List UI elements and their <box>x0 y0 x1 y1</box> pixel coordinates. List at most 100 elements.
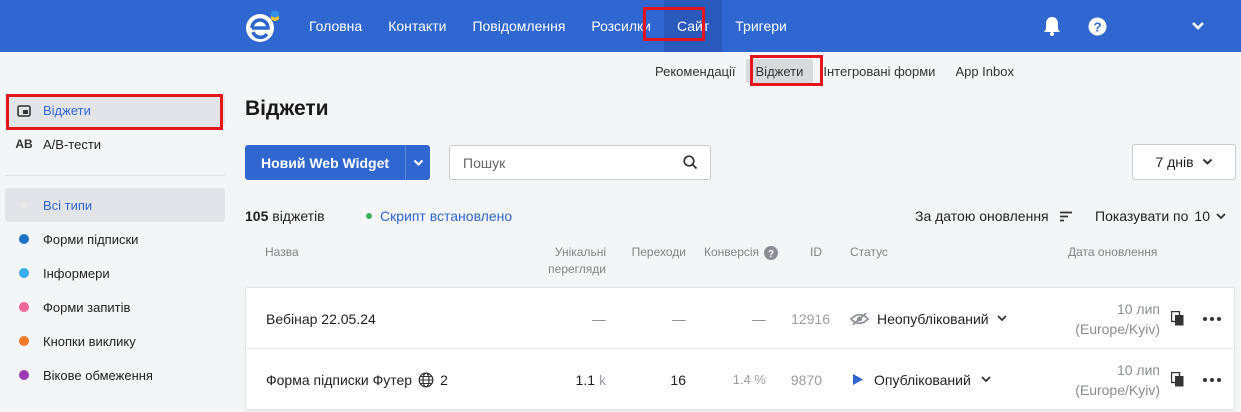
nav-messages[interactable]: Повідомлення <box>459 0 578 52</box>
subnav-recommendations[interactable]: Рекомендації <box>645 59 746 83</box>
sidebar-type-all[interactable]: Всі типи <box>5 188 225 222</box>
sidebar-type-label: Всі типи <box>43 197 93 213</box>
type-dot-icon <box>19 336 29 346</box>
header-id[interactable]: ID <box>810 244 822 261</box>
status-select[interactable]: Опублікований <box>850 349 991 410</box>
svg-text:?: ? <box>768 249 774 260</box>
sidebar-type-label: Форми запитів <box>43 299 131 315</box>
updated-date-value: 10 лип <box>1116 361 1160 378</box>
subnav-widgets[interactable]: Віджети <box>745 59 814 83</box>
period-select[interactable]: 7 днів <box>1132 144 1236 180</box>
globe-count: 2 <box>440 371 448 388</box>
status-label: Неопублікований <box>877 310 989 327</box>
unique-views-unit: k <box>599 371 606 388</box>
sidebar-item-label: A/B-тести <box>43 136 102 152</box>
subnav-integrated-forms[interactable]: Інтегровані форми <box>813 59 945 83</box>
header-clicks[interactable]: Переходи <box>625 244 686 261</box>
sidebar: Віджети AB A/B-тести Всі типи Форми підп… <box>5 94 225 392</box>
conversion: 1.4 % <box>732 372 766 387</box>
logo-icon[interactable] <box>244 8 284 44</box>
nav-triggers[interactable]: Тригери <box>722 0 800 52</box>
play-icon <box>853 374 863 385</box>
header-unique-views[interactable]: Унікальні перегляди <box>540 244 606 278</box>
sidebar-item-widgets[interactable]: Віджети <box>5 94 225 127</box>
widget-id: 12916 <box>791 310 830 327</box>
subnav-app-inbox[interactable]: App Inbox <box>945 59 1024 83</box>
header-updated[interactable]: Дата оновлення <box>1068 244 1157 261</box>
nav-home[interactable]: Головна <box>296 0 375 52</box>
widget-name[interactable]: Форма підписки Футер <box>266 372 412 388</box>
widget-name-cell: Форма підписки Футер 2 <box>266 349 448 410</box>
widgets-table: Вебінар 22.05.24 — — — 12916 Неопубліков… <box>245 287 1235 411</box>
script-status[interactable]: Скрипт встановлено <box>366 208 512 224</box>
bell-button[interactable] <box>1043 0 1061 52</box>
more-icon <box>1203 377 1221 382</box>
table-row[interactable]: Вебінар 22.05.24 — — — 12916 Неопубліков… <box>246 288 1234 349</box>
sort-icon <box>1059 211 1072 221</box>
copy-icon <box>1171 372 1184 387</box>
status-select[interactable]: Неопублікований <box>850 288 1007 349</box>
nav-campaigns[interactable]: Розсилки <box>578 0 664 52</box>
sidebar-type-subscription-forms[interactable]: Форми підписки <box>5 222 225 256</box>
unique-views: 1.1 k <box>546 349 606 410</box>
sidebar-type-call-buttons[interactable]: Кнопки виклику <box>5 324 225 358</box>
page-title: Віджети <box>245 97 329 120</box>
sidebar-type-request-forms[interactable]: Форми запитів <box>5 290 225 324</box>
widgets-count-number: 105 <box>245 208 269 224</box>
header-unique-views-line1: Унікальні <box>554 245 606 259</box>
widgets-count-label: віджетів <box>272 208 325 224</box>
table-row[interactable]: Форма підписки Футер 2 1.1 k 16 1.4 % 98… <box>246 349 1234 410</box>
widget-name[interactable]: Вебінар 22.05.24 <box>266 288 376 349</box>
updated-date: 10 лип (Europe/Kyiv) <box>1066 288 1160 349</box>
sidebar-type-label: Форми підписки <box>43 231 139 247</box>
unique-views: — <box>592 310 606 327</box>
sidebar-type-age-restriction[interactable]: Вікове обмеження <box>5 358 225 392</box>
help-icon[interactable]: ? <box>764 245 779 260</box>
eye-off-icon <box>850 312 869 325</box>
updated-date-tz: (Europe/Kyiv) <box>1075 320 1160 337</box>
sort-label: За датою оновлення <box>915 208 1049 224</box>
header-conversion[interactable]: Конверсія ? <box>704 244 779 261</box>
new-widget-dropdown[interactable] <box>405 145 430 180</box>
clicks: — <box>672 310 686 327</box>
nav-site[interactable]: Сайт <box>663 0 723 52</box>
copy-button[interactable] <box>1171 288 1184 349</box>
more-button[interactable] <box>1203 349 1221 410</box>
header-name[interactable]: Назва <box>265 244 299 261</box>
page-size-value: 10 <box>1194 208 1210 224</box>
updated-date-tz: (Europe/Kyiv) <box>1075 381 1160 398</box>
sidebar-type-label: Кнопки виклику <box>43 333 136 349</box>
search-input[interactable] <box>450 146 670 179</box>
header-unique-views-line2: перегляди <box>548 262 606 276</box>
sidebar-item-ab-tests[interactable]: AB A/B-тести <box>5 127 225 161</box>
account-menu-button[interactable] <box>1191 0 1205 52</box>
main-menu: Головна Контакти Повідомлення Розсилки С… <box>296 0 800 52</box>
type-dot-icon <box>19 200 29 210</box>
header-status[interactable]: Статус <box>850 244 888 261</box>
help-button[interactable]: ? <box>1088 0 1107 52</box>
search-icon[interactable] <box>683 155 698 170</box>
type-dot-icon <box>19 302 29 312</box>
updated-date: 10 лип (Europe/Kyiv) <box>1066 349 1160 410</box>
chevron-down-icon <box>996 315 1007 322</box>
clicks: 16 <box>670 371 686 388</box>
page-size-control[interactable]: Показувати по 10 <box>1095 208 1226 224</box>
type-dot-icon <box>19 268 29 278</box>
chevron-down-icon <box>1216 212 1226 219</box>
more-button[interactable] <box>1203 288 1221 349</box>
type-dot-icon <box>19 370 29 380</box>
search-field <box>449 145 711 180</box>
conversion: — <box>752 310 766 327</box>
nav-contacts[interactable]: Контакти <box>375 0 459 52</box>
new-widget-button[interactable]: Новий Web Widget <box>245 145 430 180</box>
sidebar-type-label: Інформери <box>43 265 110 281</box>
new-widget-label: Новий Web Widget <box>260 154 390 171</box>
type-dot-icon <box>19 234 29 244</box>
sidebar-type-informers[interactable]: Інформери <box>5 256 225 290</box>
svg-text:?: ? <box>1093 19 1101 34</box>
sort-control[interactable]: За датою оновлення <box>915 208 1073 224</box>
more-icon <box>1203 316 1221 321</box>
status-label: Опублікований <box>874 371 971 388</box>
copy-button[interactable] <box>1171 349 1184 410</box>
ab-icon: AB <box>15 137 33 151</box>
